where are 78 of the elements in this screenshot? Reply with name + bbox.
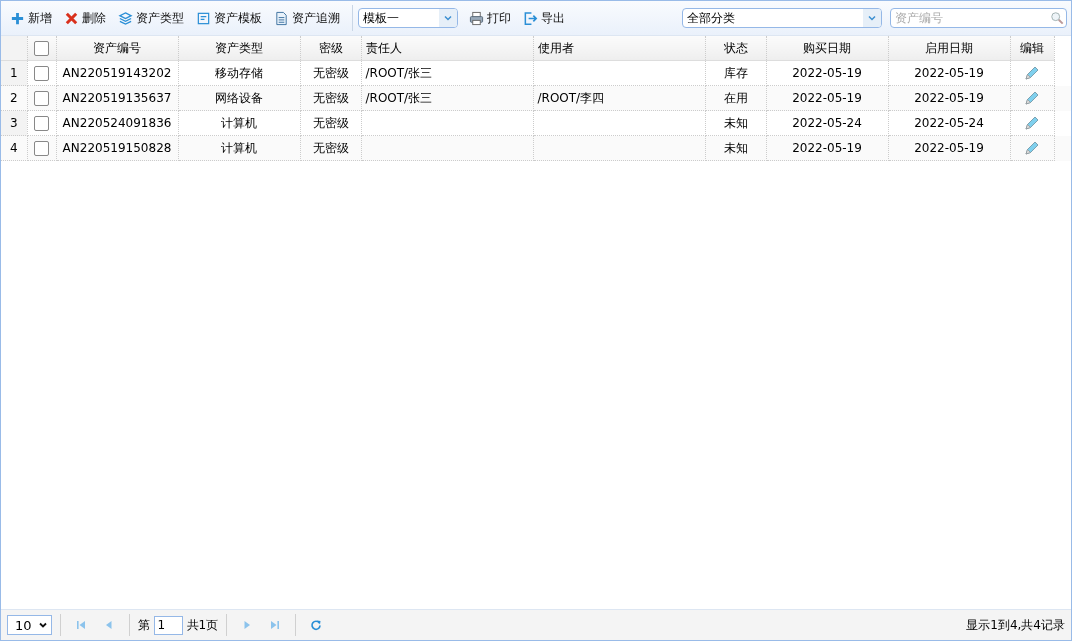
row-number: 1	[1, 60, 27, 86]
chevron-down-icon	[867, 13, 877, 23]
column-header: 资产类型	[178, 36, 300, 61]
table-cell: 库存	[705, 60, 766, 86]
table-cell: /ROOT/张三	[361, 85, 533, 111]
search-field[interactable]: 资产编号	[890, 8, 1067, 28]
column-header: 状态	[705, 36, 766, 61]
first-page-icon[interactable]	[74, 619, 87, 631]
table-cell: AN220519150828	[56, 135, 178, 161]
table-cell: 2022-05-19	[766, 60, 888, 86]
table-cell: AN220519143202	[56, 60, 178, 86]
table-cell: 在用	[705, 85, 766, 111]
printer-icon	[469, 10, 484, 26]
pencil-icon[interactable]	[1024, 90, 1040, 106]
record-summary: 显示1到4,共4记录	[966, 616, 1065, 634]
toolbar-button[interactable]: 导出	[520, 7, 568, 29]
table-cell: AN220519135637	[56, 85, 178, 111]
pencil-icon[interactable]	[1024, 140, 1040, 156]
table-cell: 2022-05-24	[888, 110, 1010, 136]
toolbar-button[interactable]: 资产类型	[115, 7, 187, 29]
column-header: 责任人	[361, 36, 533, 61]
table-cell: 计算机	[178, 135, 300, 161]
last-page-icon[interactable]	[269, 619, 282, 631]
chevron-down-icon	[443, 13, 453, 23]
column-header: 编辑	[1010, 36, 1054, 61]
column-header: 使用者	[533, 36, 705, 61]
table-cell: /ROOT/张三	[361, 60, 533, 86]
page-size-select[interactable]: 10	[7, 615, 52, 635]
table-cell: 未知	[705, 135, 766, 161]
column-header: 资产编号	[56, 36, 178, 61]
toolbar-button[interactable]: 打印	[466, 7, 514, 29]
row-number: 4	[1, 135, 27, 161]
column-header: 密级	[300, 36, 361, 61]
table-cell: 无密级	[300, 110, 361, 136]
refresh-icon[interactable]	[310, 619, 323, 631]
table-cell: 未知	[705, 110, 766, 136]
dropdown[interactable]: 模板一	[358, 8, 458, 28]
chevron-down-icon	[37, 620, 48, 630]
column-header: 启用日期	[888, 36, 1010, 61]
table-cell: 无密级	[300, 85, 361, 111]
search-icon	[1050, 11, 1064, 25]
table-cell: 无密级	[300, 60, 361, 86]
plus-icon	[10, 10, 25, 26]
table-cell: AN220524091836	[56, 110, 178, 136]
table-cell: /ROOT/李四	[533, 85, 705, 111]
form-icon	[196, 10, 211, 26]
layers-icon	[118, 10, 133, 26]
table-cell: 2022-05-19	[766, 85, 888, 111]
checkbox[interactable]	[34, 90, 49, 106]
delete-button[interactable]: 删除	[61, 7, 109, 29]
table-cell: 网络设备	[178, 85, 300, 111]
table-cell: 2022-05-19	[888, 60, 1010, 86]
toolbar-button[interactable]: 资产模板	[193, 7, 265, 29]
table-cell: 移动存储	[178, 60, 300, 86]
table-cell: 2022-05-24	[766, 110, 888, 136]
table-cell: 2022-05-19	[766, 135, 888, 161]
toolbar-button[interactable]: 新增	[7, 7, 55, 29]
table-cell: 2022-05-19	[888, 135, 1010, 161]
document-icon	[274, 10, 289, 26]
dropdown[interactable]: 全部分类	[682, 8, 882, 28]
row-number: 3	[1, 110, 27, 136]
checkbox[interactable]	[34, 115, 49, 131]
checkbox[interactable]	[34, 40, 49, 56]
checkbox[interactable]	[34, 65, 49, 81]
page-label: 第	[137, 616, 150, 634]
column-header: 购买日期	[766, 36, 888, 61]
table-cell: 无密级	[300, 135, 361, 161]
page-number-field[interactable]: 1	[153, 615, 183, 635]
pencil-icon[interactable]	[1024, 115, 1040, 131]
checkbox[interactable]	[34, 140, 49, 156]
page-count: 共1页	[186, 616, 219, 634]
row-number: 2	[1, 85, 27, 111]
table-cell: 计算机	[178, 110, 300, 136]
toolbar-button[interactable]: 资产追溯	[271, 7, 343, 29]
cross-icon	[64, 10, 79, 26]
export-icon	[523, 10, 538, 26]
pencil-icon[interactable]	[1024, 65, 1040, 81]
table-cell: 2022-05-19	[888, 85, 1010, 111]
